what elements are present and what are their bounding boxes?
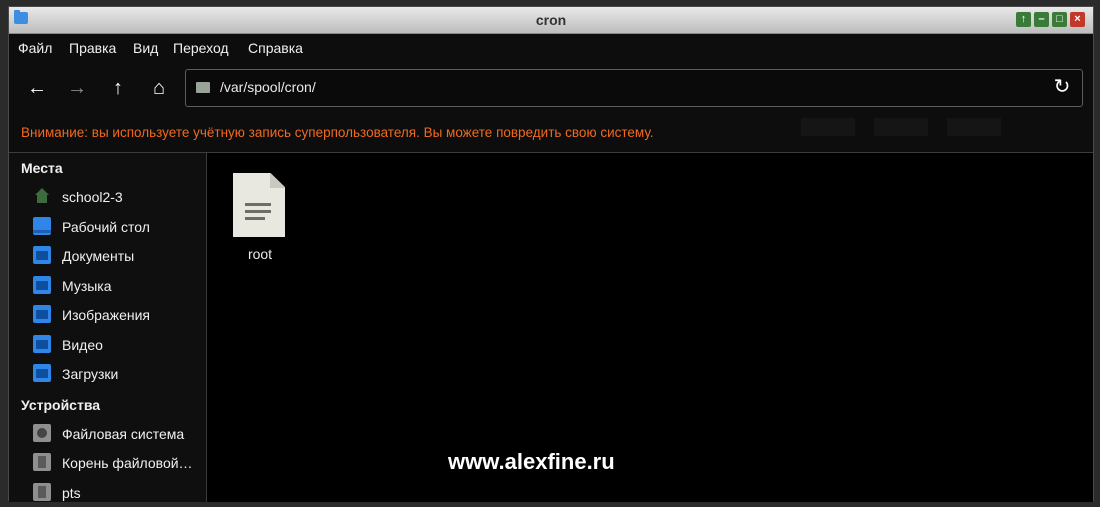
window-title: cron	[535, 12, 567, 28]
menu-help[interactable]: Справка	[248, 40, 303, 56]
videos-folder-icon	[33, 335, 51, 353]
toolbar: ← → ↑ ⌂ /var/spool/cron/ ↻	[9, 67, 1093, 111]
home-icon[interactable]: ⌂	[146, 75, 172, 101]
drive-icon	[33, 483, 51, 501]
forward-arrow-icon[interactable]: →	[64, 75, 90, 101]
minimize-button[interactable]: –	[1034, 12, 1049, 27]
devices-heading: Устройства	[21, 397, 101, 413]
places-heading: Места	[21, 160, 63, 176]
sidebar-item-downloads[interactable]: ↓ Загрузки	[9, 360, 205, 388]
sidebar-item-label: Документы	[62, 248, 135, 264]
maximize-button[interactable]: □	[1052, 12, 1067, 27]
location-bar[interactable]: /var/spool/cron/ ↻	[185, 69, 1083, 107]
sidebar-item-documents[interactable]: Документы	[9, 242, 205, 270]
documents-folder-icon	[33, 246, 51, 264]
filesystem-icon	[33, 424, 51, 442]
sidebar-item-label: pts	[62, 485, 81, 501]
desktop-folder-icon	[33, 217, 51, 235]
keep-above-button[interactable]: ↑	[1016, 12, 1031, 27]
file-manager-window: cron ↑ – □ × Файл Правка Вид Переход Спр…	[8, 6, 1094, 502]
home-icon	[33, 187, 51, 205]
file-lines	[245, 203, 271, 223]
sidebar-item-home[interactable]: school2-3	[9, 183, 205, 211]
root-warning-text: Внимание: вы используете учётную запись …	[21, 125, 654, 140]
sidebar-item-label: Рабочий стол	[62, 219, 150, 235]
warning-block	[874, 118, 928, 136]
location-path[interactable]: /var/spool/cron/	[220, 79, 316, 95]
title-bar[interactable]: cron ↑ – □ ×	[9, 7, 1093, 34]
menu-bar: Файл Правка Вид Переход Справка	[9, 34, 1093, 62]
up-arrow-icon[interactable]: ↑	[105, 75, 131, 101]
sidebar-item-label: Корень файловой…	[62, 455, 193, 471]
menu-file[interactable]: Файл	[18, 40, 52, 56]
sidebar-item-filesystem[interactable]: Файловая система	[9, 420, 205, 448]
sidebar-item-root-fs[interactable]: Корень файловой…	[9, 449, 205, 477]
sidebar: Места school2-3 Рабочий стол Документы ♫…	[9, 152, 207, 502]
sidebar-item-label: Видео	[62, 337, 103, 353]
file-item[interactable]: root	[231, 173, 291, 273]
menu-view[interactable]: Вид	[133, 40, 158, 56]
close-button[interactable]: ×	[1070, 12, 1085, 27]
sidebar-item-pts[interactable]: pts	[9, 479, 205, 507]
downloads-folder-icon: ↓	[33, 364, 51, 382]
menu-edit[interactable]: Правка	[69, 40, 116, 56]
warning-block	[947, 118, 1001, 136]
sidebar-item-pictures[interactable]: Изображения	[9, 301, 205, 329]
file-view[interactable]: root	[207, 152, 1093, 502]
folder-icon	[196, 82, 210, 93]
music-folder-icon: ♫	[33, 276, 51, 294]
sidebar-item-desktop[interactable]: Рабочий стол	[9, 213, 205, 241]
watermark: www.alexfine.ru	[448, 449, 615, 474]
sidebar-item-label: Изображения	[62, 307, 150, 323]
sidebar-item-videos[interactable]: Видео	[9, 331, 205, 359]
sidebar-item-label: Музыка	[62, 278, 112, 294]
sidebar-item-label: school2-3	[62, 189, 123, 205]
sidebar-item-label: Загрузки	[62, 366, 119, 382]
menu-go[interactable]: Переход	[173, 40, 229, 56]
warning-block	[801, 118, 855, 136]
sidebar-item-label: Файловая система	[62, 426, 185, 442]
drive-icon	[33, 453, 51, 471]
pictures-folder-icon	[33, 305, 51, 323]
file-name: root	[247, 246, 273, 262]
back-arrow-icon[interactable]: ←	[24, 75, 50, 101]
sidebar-item-music[interactable]: ♫ Музыка	[9, 272, 205, 300]
reload-icon[interactable]: ↻	[1050, 75, 1074, 99]
